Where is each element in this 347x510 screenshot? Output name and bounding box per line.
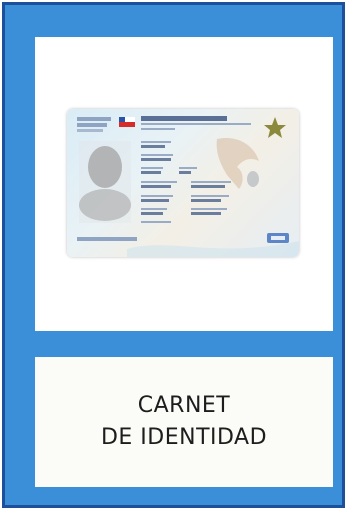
star-emblem-icon <box>264 117 286 138</box>
id-card-image <box>67 109 299 257</box>
chile-flag-icon <box>119 117 135 127</box>
image-panel <box>35 37 333 331</box>
caption-panel: CARNET DE IDENTIDAD <box>35 357 333 487</box>
id-card-graphic <box>77 116 299 257</box>
identity-card-tile[interactable]: CARNET DE IDENTIDAD <box>2 2 345 508</box>
caption-line-1: CARNET <box>137 393 231 418</box>
portrait-photo <box>79 141 131 223</box>
caption-line-2: DE IDENTIDAD <box>100 425 268 450</box>
